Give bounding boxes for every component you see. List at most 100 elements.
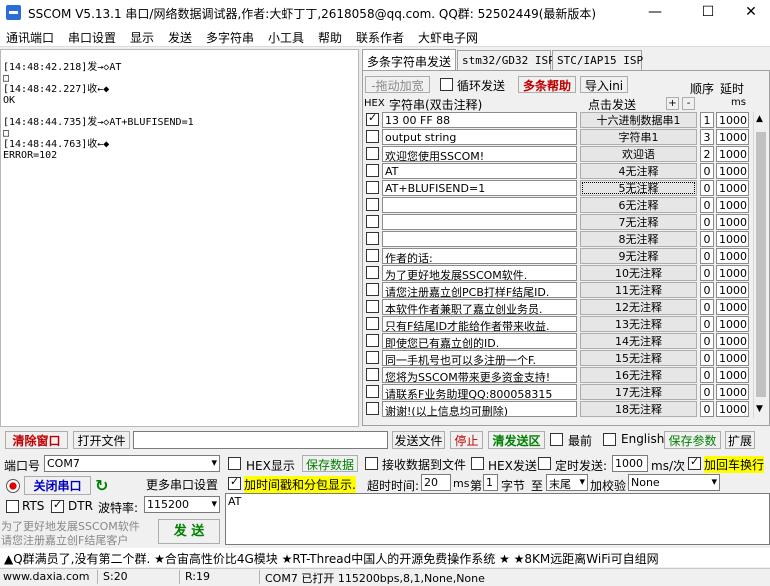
save-params-button[interactable]: 保存参数 xyxy=(664,431,721,449)
timeout-input[interactable]: 20 xyxy=(421,474,451,491)
scroll-up-icon[interactable]: ▲ xyxy=(756,114,763,124)
row-string-input[interactable]: 为了更好地发展SSCOM软件. xyxy=(382,265,577,281)
row-send-button[interactable]: 18无注释 xyxy=(580,401,697,417)
row-send-button[interactable]: 10无注释 xyxy=(580,265,697,281)
close-port-button[interactable]: 关闭串口 xyxy=(24,476,91,495)
row-order-input[interactable]: 0 xyxy=(700,316,714,332)
minimize-button[interactable]: — xyxy=(632,0,678,25)
row-string-input[interactable]: 只有F结尾ID才能给作者带来收益. xyxy=(382,316,577,332)
menu-multi-string[interactable]: 多字符串 xyxy=(206,29,254,46)
row-string-input[interactable]: 本软件作者兼职了嘉立创业务员. xyxy=(382,299,577,315)
timed-interval-input[interactable]: 1000 xyxy=(612,455,648,472)
more-settings-link[interactable]: 更多串口设置 xyxy=(146,476,218,493)
row-delay-input[interactable]: 1000 xyxy=(716,163,749,179)
send-text-input[interactable]: AT xyxy=(225,493,770,545)
row-send-button[interactable]: 7无注释 xyxy=(580,214,697,230)
open-file-button[interactable]: 打开文件 xyxy=(73,431,130,449)
row-order-input[interactable]: 0 xyxy=(700,282,714,298)
rts-checkbox[interactable] xyxy=(6,500,19,513)
clear-window-button[interactable]: 清除窗口 xyxy=(5,431,68,449)
row-send-button[interactable]: 欢迎语 xyxy=(580,146,697,162)
row-hex-checkbox[interactable] xyxy=(366,147,379,160)
row-send-button[interactable]: 十六进制数据串1 xyxy=(580,112,697,128)
port-select[interactable]: COM7 xyxy=(44,455,220,472)
row-send-button[interactable]: 4无注释 xyxy=(580,163,697,179)
row-order-input[interactable]: 0 xyxy=(700,333,714,349)
menu-serial-settings[interactable]: 串口设置 xyxy=(68,29,116,46)
tab-stc-isp[interactable]: STC/IAP15 ISP xyxy=(552,50,643,70)
row-delay-input[interactable]: 1000 xyxy=(716,333,749,349)
row-hex-checkbox[interactable] xyxy=(366,164,379,177)
expand-button[interactable]: 扩展 xyxy=(725,431,755,449)
tab-multi-string[interactable]: 多条字符串发送 xyxy=(362,49,456,71)
receive-log[interactable]: [14:48:42.218]发→◇AT □ [14:48:42.227]收←◆ … xyxy=(0,49,359,427)
row-delay-input[interactable]: 1000 xyxy=(716,129,749,145)
scroll-thumb[interactable] xyxy=(756,132,766,397)
row-delay-input[interactable]: 1000 xyxy=(716,112,749,128)
row-hex-checkbox[interactable] xyxy=(366,232,379,245)
close-button[interactable]: ✕ xyxy=(728,0,770,25)
row-send-button[interactable]: 8无注释 xyxy=(580,231,697,247)
row-send-button[interactable]: 15无注释 xyxy=(580,350,697,366)
loop-send-checkbox[interactable] xyxy=(440,78,453,91)
timed-send-checkbox[interactable] xyxy=(538,457,551,470)
row-string-input[interactable]: 作者的话: xyxy=(382,248,577,264)
row-order-input[interactable]: 0 xyxy=(700,299,714,315)
hex-send-checkbox[interactable] xyxy=(471,457,484,470)
row-order-input[interactable]: 0 xyxy=(700,350,714,366)
row-delay-input[interactable]: 1000 xyxy=(716,214,749,230)
row-delay-input[interactable]: 1000 xyxy=(716,231,749,247)
row-hex-checkbox[interactable] xyxy=(366,334,379,347)
row-string-input[interactable]: 即使您已有嘉立创的ID. xyxy=(382,333,577,349)
row-order-input[interactable]: 0 xyxy=(700,197,714,213)
send-button[interactable]: 发 送 xyxy=(158,519,220,544)
row-delay-input[interactable]: 1000 xyxy=(716,350,749,366)
row-hex-checkbox[interactable] xyxy=(366,111,379,126)
row-hex-checkbox[interactable] xyxy=(366,181,379,194)
row-delay-input[interactable]: 1000 xyxy=(716,248,749,264)
row-order-input[interactable]: 0 xyxy=(700,163,714,179)
row-hex-checkbox[interactable] xyxy=(366,368,379,381)
row-send-button[interactable]: 9无注释 xyxy=(580,248,697,264)
menu-tools[interactable]: 小工具 xyxy=(268,29,304,46)
row-order-input[interactable]: 0 xyxy=(700,214,714,230)
row-send-button[interactable]: 6无注释 xyxy=(580,197,697,213)
row-string-input[interactable]: 请联系F业务助理QQ:800058315 xyxy=(382,384,577,400)
row-delay-input[interactable]: 1000 xyxy=(716,180,749,196)
menu-contact-author[interactable]: 联系作者 xyxy=(356,29,404,46)
save-data-button[interactable]: 保存数据 xyxy=(302,455,358,472)
row-string-input[interactable]: 请您注册嘉立创PCB打样F结尾ID. xyxy=(382,282,577,298)
menu-send[interactable]: 发送 xyxy=(168,29,192,46)
row-string-input[interactable] xyxy=(382,197,577,213)
row-order-input[interactable]: 0 xyxy=(700,384,714,400)
row-send-button[interactable]: 17无注释 xyxy=(580,384,697,400)
row-order-input[interactable]: 0 xyxy=(700,401,714,417)
row-hex-checkbox[interactable] xyxy=(366,317,379,330)
byte-start-input[interactable]: 1 xyxy=(483,474,498,491)
menu-daxia-website[interactable]: 大虾电子网 xyxy=(418,29,478,46)
row-order-input[interactable]: 0 xyxy=(700,265,714,281)
dtr-checkbox[interactable] xyxy=(51,498,64,513)
hex-display-checkbox[interactable] xyxy=(228,457,241,470)
row-delay-input[interactable]: 1000 xyxy=(716,146,749,162)
row-send-button[interactable]: 14无注释 xyxy=(580,333,697,349)
scroll-down-icon[interactable]: ▼ xyxy=(756,404,763,414)
row-send-button[interactable]: 12无注释 xyxy=(580,299,697,315)
row-delay-input[interactable]: 1000 xyxy=(716,197,749,213)
row-string-input[interactable]: 谢谢!(以上信息均可删除) xyxy=(382,401,577,417)
refresh-icon[interactable]: ↻ xyxy=(95,476,108,495)
row-string-input[interactable] xyxy=(382,214,577,230)
row-hex-checkbox[interactable] xyxy=(366,198,379,211)
row-hex-checkbox[interactable] xyxy=(366,266,379,279)
row-delay-input[interactable]: 1000 xyxy=(716,316,749,332)
menu-display[interactable]: 显示 xyxy=(130,29,154,46)
row-delay-input[interactable]: 1000 xyxy=(716,282,749,298)
row-order-input[interactable]: 3 xyxy=(700,129,714,145)
baud-select[interactable]: 115200 xyxy=(144,496,220,513)
row-string-input[interactable]: 您将为SSCOM带来更多资金支持! xyxy=(382,367,577,383)
row-hex-checkbox[interactable] xyxy=(366,215,379,228)
row-order-input[interactable]: 2 xyxy=(700,146,714,162)
menu-comm-port[interactable]: 通讯端口 xyxy=(6,29,54,46)
row-delay-input[interactable]: 1000 xyxy=(716,367,749,383)
row-order-input[interactable]: 0 xyxy=(700,231,714,247)
